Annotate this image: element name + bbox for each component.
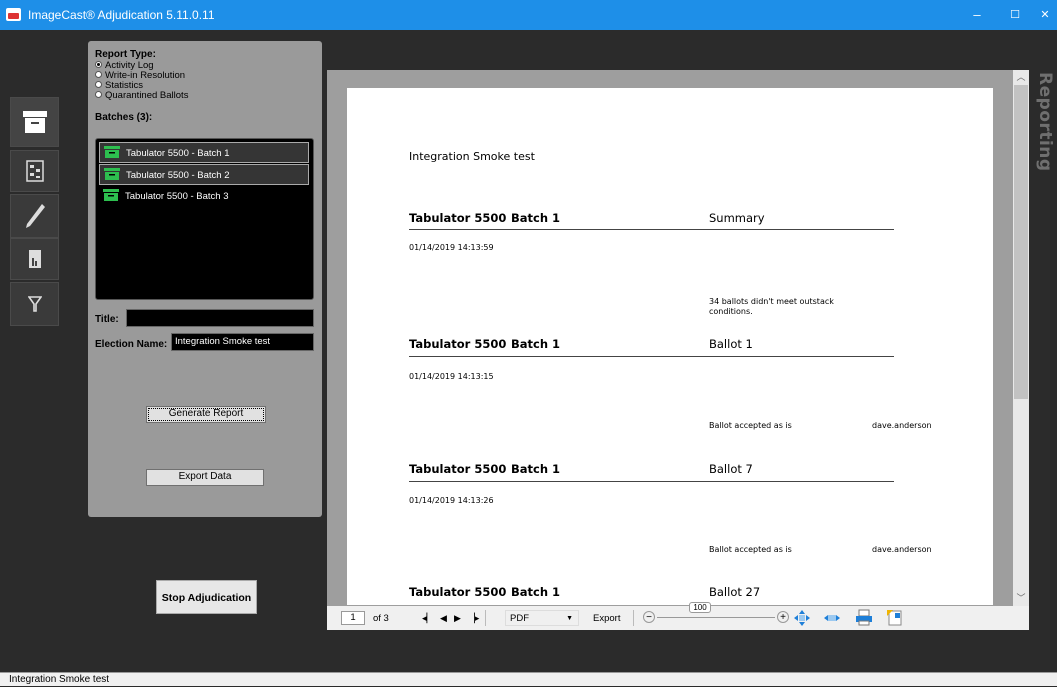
radio-selected-icon [95,60,102,68]
report-timestamp: 01/14/2019 14:13:15 [409,372,494,381]
generate-report-button[interactable]: Generate Report [146,406,266,423]
report-section-batch: Batch 1 [511,462,561,476]
prev-page-icon[interactable]: ◀ [440,612,447,625]
left-nav [10,97,59,359]
report-type-quarantined[interactable]: Quarantined Ballots [95,91,188,101]
batches-label: Batches (3): [95,112,153,123]
page-count: of 3 [373,613,389,624]
batch-box-icon [104,168,120,180]
report-scrollbar[interactable]: ︿ ﹀ [1013,70,1029,606]
scroll-up-icon[interactable]: ︿ [1013,70,1029,85]
batch-item[interactable]: Tabulator 5500 - Batch 1 [99,142,309,163]
report-section-right: Ballot 27 [709,585,761,599]
report-note: Ballot accepted as is [709,421,792,430]
zoom-out-icon[interactable]: − [643,611,655,623]
export-button[interactable]: Export [593,612,620,625]
reporting-side-tab[interactable]: Reporting [1033,70,1057,630]
scroll-down-icon[interactable]: ﹀ [1013,591,1029,606]
nav-item-filter[interactable] [10,282,59,326]
report-section-batch: Batch 1 [511,337,561,351]
report-section-batch: Batch 1 [511,585,561,599]
section-divider [409,356,894,357]
status-bar: Integration Smoke test [0,672,1057,686]
nav-item-reporting[interactable] [10,238,59,280]
nav-item-batches[interactable] [10,97,59,147]
report-section-tabulator: Tabulator 5500 [409,585,507,599]
election-name-label: Election Name: [95,339,168,350]
election-name-input[interactable]: Integration Smoke test [171,333,314,351]
batch-item[interactable]: Tabulator 5500 - Batch 3 [99,186,309,207]
export-format-select[interactable]: PDF ▼ [505,610,579,626]
report-timestamp: 01/14/2019 14:13:26 [409,496,494,505]
fit-page-icon[interactable] [793,609,811,627]
title-label: Title: [95,314,119,325]
zoom-in-icon[interactable]: + [777,611,789,623]
toolbar-separator [633,610,634,626]
batch-box-icon [103,189,119,201]
report-title: Integration Smoke test [409,150,535,163]
close-button[interactable]: ✕ [1030,5,1057,25]
stop-adjudication-button[interactable]: Stop Adjudication [156,580,257,614]
pencil-icon [25,204,45,228]
radio-icon [95,90,102,98]
batch-item[interactable]: Tabulator 5500 - Batch 2 [99,164,309,185]
archive-box-icon [22,111,47,133]
chevron-down-icon: ▼ [566,615,573,622]
report-page: Integration Smoke test Tabulator 5500 Ba… [347,88,993,605]
window-titlebar: ImageCast® Adjudication 5.11.0.11 – ☐ ✕ [0,0,1057,30]
toolbar-separator [485,610,486,626]
report-options-panel: Report Type: Activity Log Write-in Resol… [88,41,322,517]
export-data-button[interactable]: Export Data [146,469,264,486]
report-note: Ballot accepted as is [709,545,792,554]
app-logo-icon [6,8,21,21]
fit-width-icon[interactable] [823,611,841,625]
report-document-icon [28,250,41,268]
section-divider [409,229,894,230]
side-tab-label: Reporting [1035,72,1055,172]
report-type-label: Report Type: [95,49,156,60]
report-section-right: Ballot 1 [709,337,753,351]
report-section-right: Summary [709,211,765,225]
print-icon[interactable] [855,609,873,626]
first-page-icon[interactable]: ◂▏ [422,612,433,625]
report-section-tabulator: Tabulator 5500 [409,211,507,225]
batch-box-icon [104,146,120,158]
scrollbar-thumb[interactable] [1014,85,1028,399]
report-section-tabulator: Tabulator 5500 [409,462,507,476]
section-divider [409,481,894,482]
zoom-value: 100 [689,602,711,613]
window-title: ImageCast® Adjudication 5.11.0.11 [28,8,215,22]
nav-item-adjudicate[interactable] [10,194,59,238]
radio-icon [95,80,102,88]
filter-funnel-icon [27,296,42,312]
report-timestamp: 01/14/2019 14:13:59 [409,243,494,252]
report-section-batch: Batch 1 [511,211,561,225]
report-user: dave.anderson [872,545,932,554]
minimize-button[interactable]: – [962,5,992,25]
report-section-tabulator: Tabulator 5500 [409,337,507,351]
title-input[interactable] [126,309,314,327]
nav-item-hierarchy[interactable] [10,150,59,192]
last-page-icon[interactable]: ▕▸ [468,612,479,625]
zoom-slider[interactable] [657,617,775,618]
report-user: dave.anderson [872,421,932,430]
page-setup-icon[interactable] [886,609,904,626]
report-viewer: Integration Smoke test Tabulator 5500 Ba… [327,70,1029,630]
viewer-toolbar: 1 of 3 ◂▏ ◀ ▶ ▕▸ PDF ▼ Export − 100 + [327,602,1029,630]
next-page-icon[interactable]: ▶ [454,612,461,625]
report-section-right: Ballot 7 [709,462,753,476]
page-number-input[interactable]: 1 [341,611,365,625]
report-note: 34 ballots didn't meet outstack conditio… [709,297,834,316]
tree-list-icon [25,160,44,182]
maximize-button[interactable]: ☐ [1000,5,1030,25]
radio-icon [95,70,102,78]
batch-list[interactable]: Tabulator 5500 - Batch 1 Tabulator 5500 … [95,138,314,300]
export-format-value: PDF [510,613,529,624]
